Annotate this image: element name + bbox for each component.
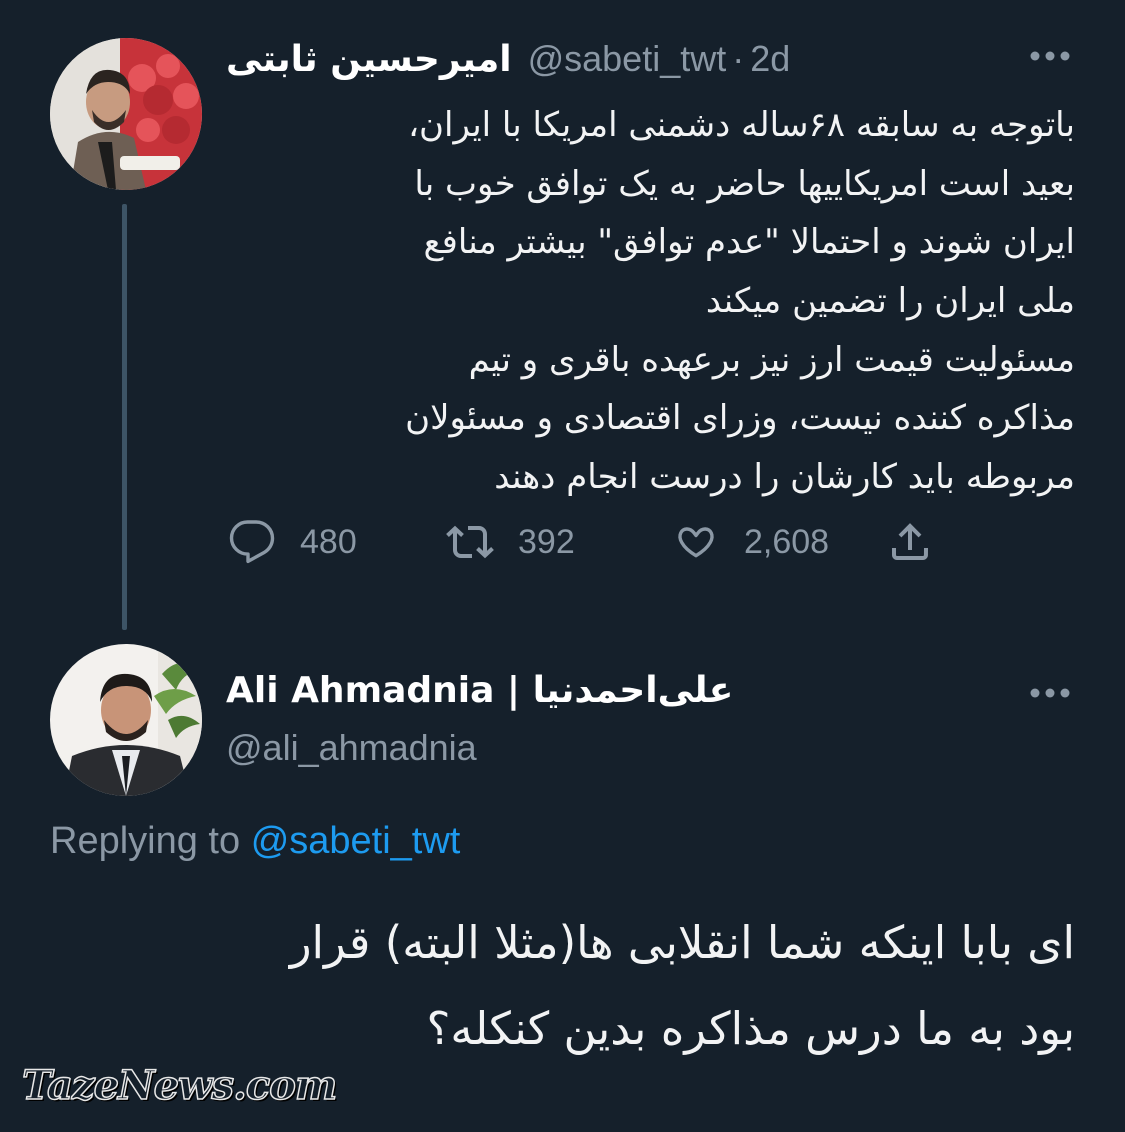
reply-text-line: ای بابا اینکه شما انقلابی ها(مثلا البته)… — [289, 916, 1075, 969]
share-button[interactable] — [886, 512, 934, 572]
more-options-icon[interactable] — [1028, 683, 1072, 703]
tweet-text-line: باتوجه به سابقه ۶۸ساله دشمنی امریکا با ا… — [408, 105, 1075, 145]
watermark-logo: TazeNews.com — [21, 1061, 338, 1110]
reply-button[interactable]: 480 — [228, 512, 357, 572]
reply-bubble-icon — [228, 518, 276, 566]
share-icon — [886, 518, 934, 566]
tweet-header: امیرحسین ثابتی @sabeti_twt · 2d — [226, 36, 790, 82]
replying-to-label: Replying to — [50, 820, 241, 862]
thread-connector-line — [122, 204, 127, 630]
reply-count: 480 — [300, 522, 357, 561]
tweet-text-line: ایران شوند و احتمالا "عدم توافق" بیشتر م… — [423, 222, 1075, 263]
tweet-text-line: مربوطه باید کارشان را درست انجام دهند — [494, 457, 1075, 498]
header-separator: · — [732, 38, 745, 79]
avatar-ali-ahmadnia[interactable] — [50, 644, 202, 796]
retweet-button[interactable]: 392 — [446, 512, 575, 572]
like-button[interactable]: 2,608 — [672, 512, 829, 572]
retweet-count: 392 — [518, 522, 575, 561]
author-handle[interactable]: @sabeti_twt — [528, 38, 727, 80]
reply-author-name[interactable]: Ali Ahmadnia | علی‌احمدنیا — [226, 670, 733, 711]
heart-icon — [672, 518, 720, 566]
tweet-text-line: ملی ایران را تضمین میکند — [705, 281, 1075, 322]
replying-to-mention[interactable]: @sabeti_twt — [251, 820, 461, 862]
tweet-timestamp[interactable]: 2d — [750, 38, 790, 80]
reply-text-line: بود به ما درس مذاکره بدین کنکله؟ — [426, 1002, 1075, 1055]
avatar-amirhossein-sabeti[interactable] — [50, 38, 202, 190]
like-count: 2,608 — [744, 522, 830, 561]
replying-to-line: Replying to @sabeti_twt — [50, 820, 460, 863]
more-options-icon[interactable] — [1028, 46, 1072, 66]
reply-author-handle[interactable]: @ali_ahmadnia — [226, 727, 477, 769]
tweet-text: باتوجه به سابقه ۶۸ساله دشمنی امریکا با ا… — [235, 96, 1075, 507]
retweet-icon — [446, 518, 494, 566]
reply-text: ای بابا اینکه شما انقلابی ها(مثلا البته)… — [45, 900, 1075, 1072]
author-name[interactable]: امیرحسین ثابتی — [226, 39, 512, 80]
tweet-text-line: مذاکره کننده نیست، وزرای اقتصادی و مسئول… — [405, 398, 1075, 439]
tweet-text-line: بعید است امریکاییها حاضر به یک توافق خوب… — [414, 163, 1075, 204]
tweet-text-line: مسئولیت قیمت ارز نیز برعهده باقری و تیم — [468, 339, 1075, 380]
